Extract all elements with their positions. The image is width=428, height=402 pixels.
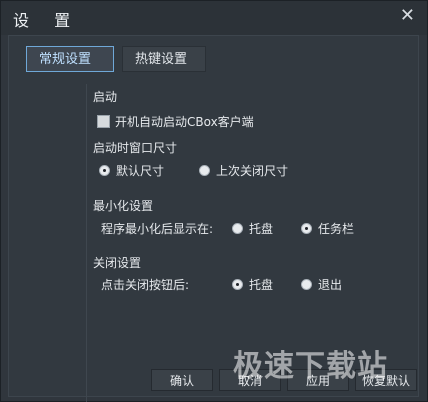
close-icon[interactable]: ✕ — [400, 6, 415, 26]
radio-close-tray[interactable]: 托盘 — [232, 276, 273, 293]
cancel-button[interactable]: 取消 — [219, 369, 281, 391]
radio-icon — [301, 279, 312, 290]
radio-minimize-tray[interactable]: 托盘 — [232, 220, 273, 237]
radio-default-size[interactable]: 默认尺寸 — [99, 162, 164, 179]
title-bar: 设 置 ✕ — [1, 1, 427, 35]
section-title-minimize: 最小化设置 — [93, 199, 154, 213]
radio-last-size[interactable]: 上次关闭尺寸 — [199, 162, 288, 179]
radio-label: 任务栏 — [318, 222, 355, 236]
radio-label: 托盘 — [249, 278, 274, 292]
radio-icon — [232, 279, 243, 290]
settings-window: 设 置 ✕ 常规设置 热键设置 启动 开机自动启动CBox客户端 启动时窗口尺寸… — [0, 0, 428, 402]
section-title-close: 关闭设置 — [93, 256, 142, 270]
radio-label: 默认尺寸 — [116, 164, 165, 178]
section-title-startup-size: 启动时窗口尺寸 — [93, 141, 178, 155]
confirm-button[interactable]: 确认 — [151, 369, 213, 391]
restore-defaults-button[interactable]: 恢复默认 — [355, 369, 417, 391]
radio-icon — [199, 165, 210, 176]
window-title: 设 置 — [13, 11, 81, 30]
autostart-option[interactable]: 开机自动启动CBox客户端 — [97, 113, 254, 130]
radio-label: 托盘 — [249, 222, 274, 236]
radio-icon — [232, 223, 243, 234]
radio-label: 上次关闭尺寸 — [216, 164, 289, 178]
autostart-label: 开机自动启动CBox客户端 — [115, 115, 254, 129]
radio-icon — [99, 165, 110, 176]
minimize-prompt: 程序最小化后显示在: — [101, 222, 214, 236]
apply-button[interactable]: 应用 — [287, 369, 349, 391]
tab-general[interactable]: 常规设置 — [26, 46, 114, 72]
radio-label: 退出 — [318, 278, 343, 292]
close-prompt: 点击关闭按钮后: — [101, 278, 190, 292]
tab-hotkeys[interactable]: 热键设置 — [122, 46, 206, 72]
section-title-startup: 启动 — [93, 90, 118, 104]
general-settings-content: 启动 开机自动启动CBox客户端 启动时窗口尺寸 默认尺寸 上次关闭尺寸 最小化… — [86, 84, 420, 402]
radio-icon — [301, 223, 312, 234]
radio-minimize-taskbar[interactable]: 任务栏 — [301, 220, 354, 237]
settings-panel: 常规设置 热键设置 启动 开机自动启动CBox客户端 启动时窗口尺寸 默认尺寸 … — [8, 35, 419, 402]
radio-close-exit[interactable]: 退出 — [301, 276, 342, 293]
autostart-checkbox[interactable] — [97, 115, 110, 128]
